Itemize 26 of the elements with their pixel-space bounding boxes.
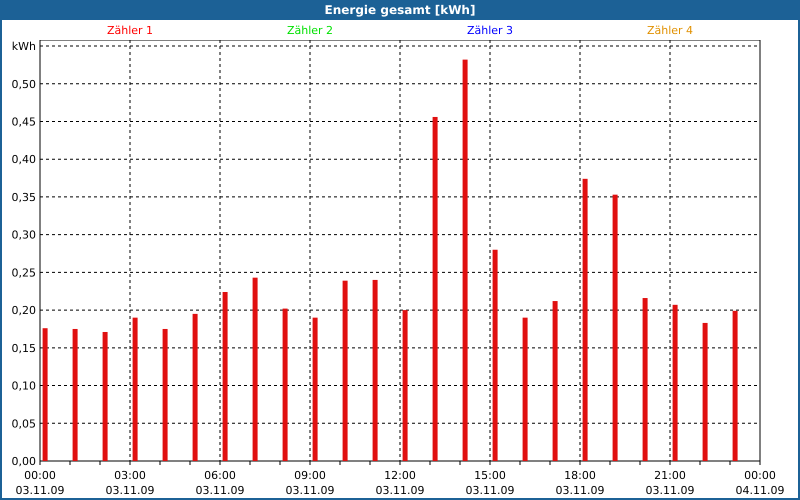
axis-label: 00:00 03.11.09: [16, 469, 64, 497]
window-title: Energie gesamt [kWh]: [2, 0, 798, 20]
legend-label: Zähler 4: [646, 24, 694, 36]
axis-label: 12:00 03.11.09: [376, 469, 424, 497]
axis-label: 0,15: [12, 342, 36, 355]
axis-label: 0,05: [12, 417, 36, 430]
legend-label: Zähler 2: [286, 24, 334, 36]
axis-label: 0,25: [12, 266, 36, 280]
axis-label: 0,35: [12, 190, 36, 204]
axis-label: 0,30: [12, 228, 36, 242]
axis-label: 09:00 03.11.09: [286, 469, 334, 497]
axis-label: 0,10: [12, 380, 36, 393]
legend-label: Zähler 1: [106, 24, 154, 36]
axis-label: 0,00: [12, 455, 36, 468]
axis-label: 0,45: [12, 115, 36, 128]
legend-label: Zähler 3: [466, 24, 514, 36]
axis-label: 00:00 04.11.09: [736, 469, 784, 497]
axis-label: 15:00 03.11.09: [466, 469, 514, 497]
axis-label: 18:00 03.11.09: [556, 469, 604, 497]
axis-label: 0,40: [12, 153, 36, 166]
axis-label: 0,20: [12, 304, 36, 318]
axis-label: 06:00 03.11.09: [196, 469, 244, 497]
axis-label: 03:00 03.11.09: [106, 469, 154, 497]
axis-label: 0,50: [12, 78, 36, 91]
axis-label: 21:00 03.11.09: [646, 469, 694, 497]
axis-label: kWh: [12, 40, 36, 54]
